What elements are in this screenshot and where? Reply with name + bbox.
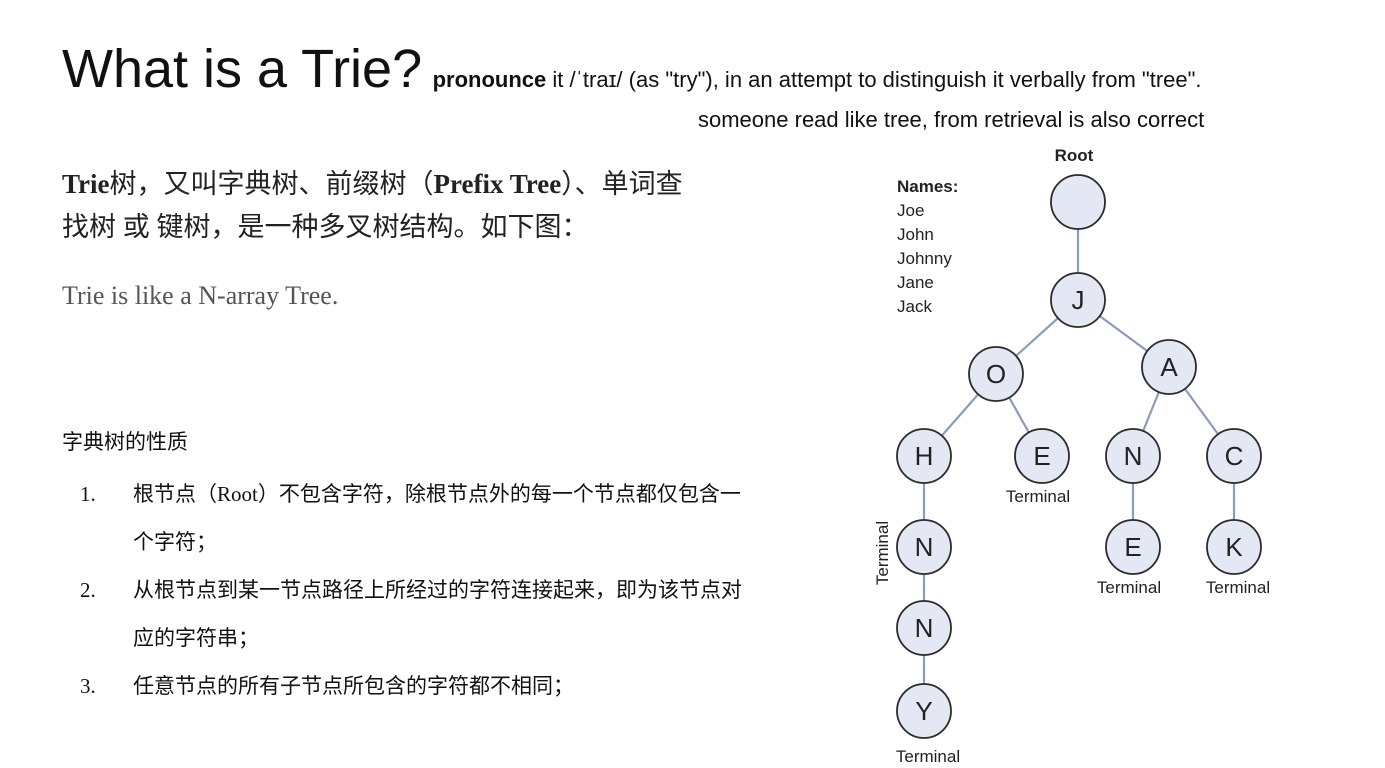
node-n-under-h: N <box>896 519 952 575</box>
node-e-under-o: E <box>1014 428 1070 484</box>
list-item-text: 根节点（Root）不包含字符，除根节点外的每一个节点都仅包含一个字符； <box>133 482 741 554</box>
node-e-under-n: E <box>1105 519 1161 575</box>
definition-text-1: 树，又叫字典树、前缀树（ <box>109 169 434 199</box>
list-item-number: 3. <box>80 674 96 698</box>
pronounce-text: it /ˈtraɪ/ (as "try"), in an attempt to … <box>546 67 1202 92</box>
list-item-text: 从根节点到某一节点路径上所经过的字符连接起来，即为该节点对应的字符串； <box>133 578 742 650</box>
pronounce-keyword: pronounce <box>432 67 547 92</box>
node-o: O <box>968 346 1024 402</box>
node-c: C <box>1206 428 1262 484</box>
name-item: John <box>897 225 934 244</box>
node-letter: N <box>915 532 934 562</box>
root-label: Root <box>1055 146 1094 165</box>
node-letter: C <box>1225 441 1244 471</box>
trie-definition: Trie树，又叫字典树、前缀树（Prefix Tree）、单词查找树 或 键树，… <box>62 163 702 249</box>
properties-list: 1. 根节点（Root）不包含字符，除根节点外的每一个节点都仅包含一个字符； 2… <box>62 470 752 710</box>
node-letter: J <box>1072 285 1085 315</box>
pronounce-note: someone read like tree, from retrieval i… <box>698 107 1205 132</box>
node-letter: E <box>1033 441 1050 471</box>
terminal-label-vertical: Terminal <box>873 521 892 585</box>
definition-term-trie: Trie <box>62 169 110 199</box>
terminal-label: Terminal <box>1206 578 1270 597</box>
list-item: 2. 从根节点到某一节点路径上所经过的字符连接起来，即为该节点对应的字符串； <box>62 566 748 662</box>
node-letter: N <box>915 613 934 643</box>
name-item: Joe <box>897 201 924 220</box>
node-circle <box>1050 174 1106 230</box>
list-item: 3. 任意节点的所有子节点所包含的字符都不相同； <box>62 662 748 710</box>
name-item: Jane <box>897 273 934 292</box>
title-row: What is a Trie? pronounce it /ˈtraɪ/ (as… <box>62 38 1202 100</box>
node-n-second: N <box>896 600 952 656</box>
node-letter: K <box>1225 532 1243 562</box>
name-item: Jack <box>897 297 932 316</box>
node-j: J <box>1050 272 1106 328</box>
pronounce-line: pronounce it /ˈtraɪ/ (as "try"), in an a… <box>433 67 1202 92</box>
node-letter: E <box>1124 532 1141 562</box>
node-letter: A <box>1160 352 1178 382</box>
definition-term-prefix-tree: Prefix Tree <box>433 169 562 199</box>
trie-diagram: Root Names: Joe John Johnny Jane Jack J … <box>873 146 1270 766</box>
node-letter: O <box>986 359 1006 389</box>
names-heading: Names: <box>897 177 958 196</box>
node-letter: N <box>1124 441 1143 471</box>
terminal-label: Terminal <box>1097 578 1161 597</box>
list-item-number: 2. <box>80 578 96 602</box>
node-k: K <box>1206 519 1262 575</box>
node-a: A <box>1141 339 1197 395</box>
node-n-under-a: N <box>1105 428 1161 484</box>
slide-title: What is a Trie? <box>62 39 423 99</box>
properties-heading: 字典树的性质 <box>62 430 188 454</box>
trie-analogy: Trie is like a N-array Tree. <box>62 281 339 310</box>
node-root <box>1050 174 1106 230</box>
node-letter: H <box>915 441 934 471</box>
list-item-text: 任意节点的所有子节点所包含的字符都不相同； <box>133 674 574 698</box>
node-letter: Y <box>915 696 932 726</box>
terminal-label: Terminal <box>1006 487 1070 506</box>
node-y: Y <box>896 683 952 739</box>
list-item: 1. 根节点（Root）不包含字符，除根节点外的每一个节点都仅包含一个字符； <box>62 470 748 566</box>
node-h: H <box>896 428 952 484</box>
list-item-number: 1. <box>80 482 96 506</box>
name-item: Johnny <box>897 249 952 268</box>
terminal-label: Terminal <box>896 747 960 766</box>
